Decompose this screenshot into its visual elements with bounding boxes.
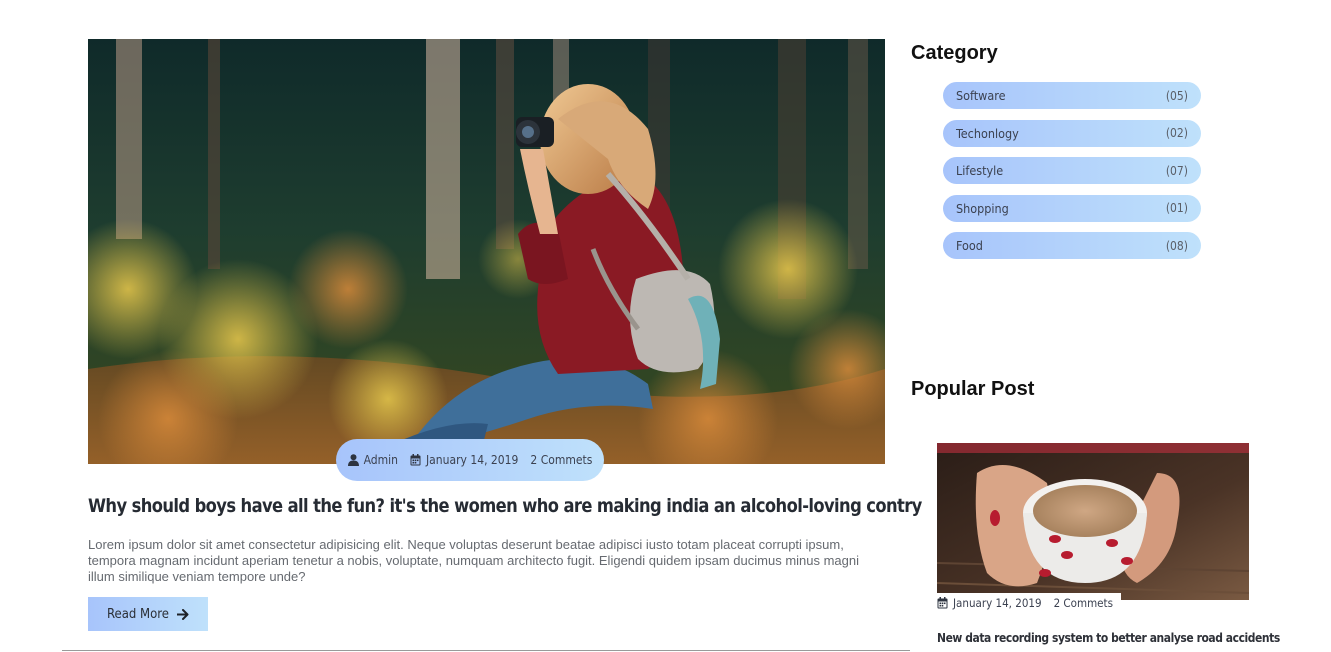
- category-label: Lifestyle: [956, 163, 1004, 178]
- post-date: January 14, 2019: [410, 453, 518, 467]
- post-date-text: January 14, 2019: [425, 453, 519, 467]
- popular-post-image[interactable]: [937, 443, 1249, 600]
- post-author-name: Admin: [363, 453, 398, 467]
- category-list: Software (05) Techonlogy (02) Lifestyle …: [943, 82, 1201, 270]
- calendar-icon: [937, 597, 948, 609]
- popular-post-meta: January 14, 2019 2 Commets: [937, 593, 1121, 612]
- read-more-label: Read More: [106, 606, 169, 622]
- category-count: (07): [1165, 163, 1188, 178]
- post-hero-image[interactable]: [88, 39, 885, 464]
- photographer-in-forest-photo: [88, 39, 885, 464]
- popular-post-date: January 14, 2019: [937, 596, 1042, 610]
- category-item-technology[interactable]: Techonlogy (02): [943, 119, 1201, 147]
- coffee-cup-photo: [937, 443, 1249, 600]
- category-count: (02): [1165, 126, 1188, 140]
- section-divider: [62, 650, 910, 651]
- category-item-software[interactable]: Software (05): [943, 82, 1201, 109]
- category-label: Food: [956, 238, 983, 253]
- post-title[interactable]: Why should boys have all the fun? it's t…: [88, 495, 922, 517]
- user-icon: [347, 454, 359, 466]
- post-author[interactable]: Admin: [347, 453, 398, 467]
- post-excerpt: Lorem ipsum dolor sit amet consectetur a…: [88, 537, 860, 584]
- arrow-right-icon: [177, 608, 189, 620]
- category-item-lifestyle[interactable]: Lifestyle (07): [943, 157, 1201, 184]
- category-count: (05): [1165, 88, 1188, 103]
- category-label: Techonlogy: [956, 125, 1019, 141]
- popular-post-date-text: January 14, 2019: [953, 596, 1042, 610]
- category-label: Software: [956, 88, 1006, 103]
- blog-post: Admin January 14, 2019 2 Commets Why sho…: [88, 39, 922, 631]
- read-more-button[interactable]: Read More: [88, 597, 208, 631]
- calendar-icon: [410, 454, 421, 466]
- post-meta-bar: Admin January 14, 2019 2 Commets: [336, 439, 604, 481]
- popular-post-card: January 14, 2019 2 Commets New data reco…: [937, 443, 1280, 645]
- popular-post-comments[interactable]: 2 Commets: [1054, 596, 1113, 610]
- post-comments-count: 2 Commets: [530, 453, 593, 467]
- category-count: (08): [1165, 238, 1188, 253]
- popular-post-title[interactable]: New data recording system to better anal…: [937, 630, 1280, 645]
- post-comments[interactable]: 2 Commets: [530, 453, 592, 467]
- category-count: (01): [1165, 201, 1188, 215]
- category-item-food[interactable]: Food (08): [943, 232, 1201, 259]
- category-item-shopping[interactable]: Shopping (01): [943, 194, 1201, 222]
- category-heading: Category: [911, 42, 998, 64]
- popular-post-heading: Popular Post: [911, 378, 1035, 400]
- category-label: Shopping: [956, 200, 1009, 216]
